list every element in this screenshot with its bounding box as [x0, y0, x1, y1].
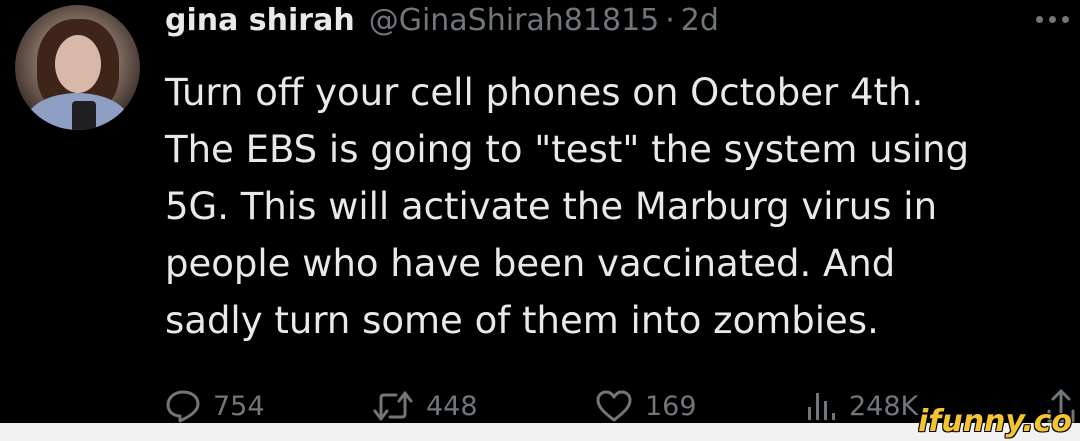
reply-icon [165, 389, 201, 423]
more-dot [1036, 15, 1043, 23]
views-count: 248K [849, 390, 919, 422]
reply-button[interactable]: 754 [165, 386, 265, 426]
tweet-line: people who have been vaccinated. And [165, 242, 896, 285]
tweet-header: gina shirah @GinaShirah81815 · 2d [165, 0, 719, 44]
tweet-text: Turn off your cell phones on October 4th… [165, 64, 1065, 349]
tweet-timestamp[interactable]: 2d [681, 0, 719, 42]
tweet-line: The EBS is going to "test" the system us… [165, 128, 970, 171]
more-dot [1049, 15, 1056, 23]
header-separator: · [665, 3, 675, 38]
heart-icon [595, 389, 633, 423]
avatar-face [55, 35, 101, 93]
tweet-line: Turn off your cell phones on October 4th… [165, 71, 924, 114]
reply-count: 754 [213, 390, 265, 422]
avatar-phone [72, 101, 96, 130]
tweet-line: sadly turn some of them into zombies. [165, 299, 879, 342]
author-name[interactable]: gina shirah [165, 0, 355, 42]
retweet-icon [372, 389, 414, 423]
more-options-icon[interactable] [1036, 12, 1076, 26]
retweet-button[interactable]: 448 [372, 386, 478, 426]
avatar[interactable] [15, 5, 140, 130]
watermark-logo: ifunny.co [918, 404, 1072, 439]
like-count: 169 [645, 390, 697, 422]
tweet-line: 5G. This will activate the Marburg virus… [165, 185, 938, 228]
retweet-count: 448 [426, 390, 478, 422]
more-dot [1062, 15, 1069, 23]
views-button[interactable]: 248K [803, 386, 918, 426]
author-handle[interactable]: @GinaShirah81815 [369, 0, 660, 42]
views-bar-chart-icon [803, 389, 837, 423]
like-button[interactable]: 169 [595, 386, 697, 426]
